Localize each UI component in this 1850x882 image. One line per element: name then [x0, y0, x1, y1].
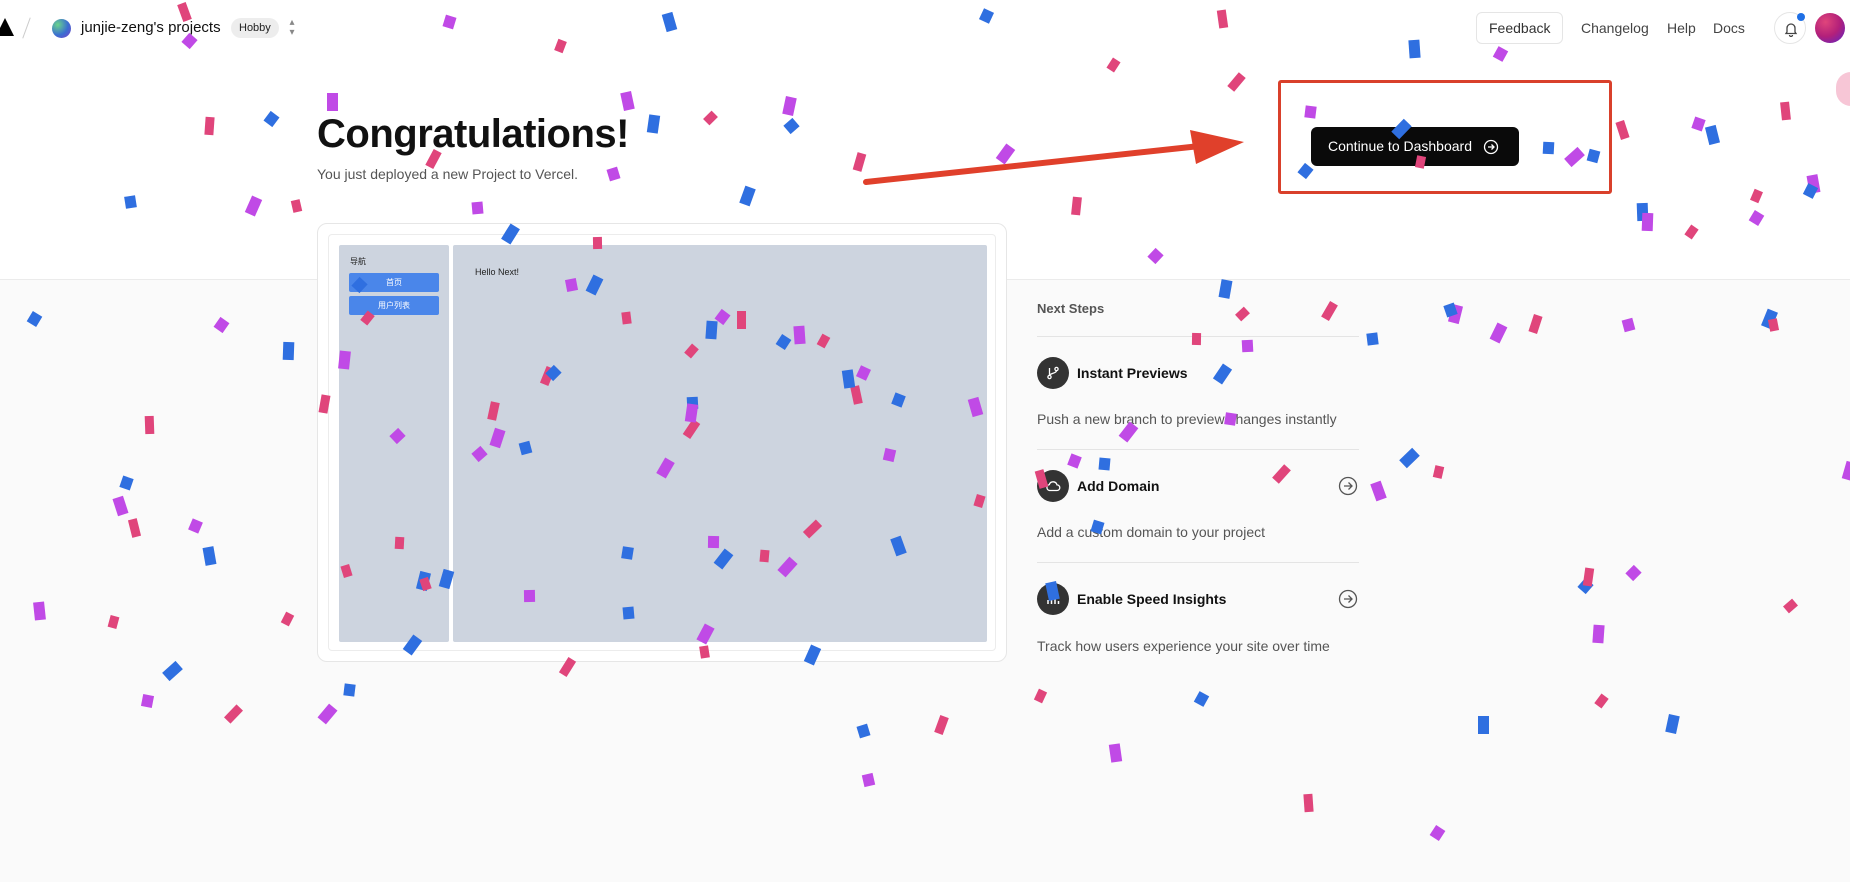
step-desc-add-domain: Add a custom domain to your project	[1037, 524, 1266, 540]
deployment-preview-card[interactable]: 导航 首页 用户列表 Hello Next!	[317, 223, 1007, 662]
cloud-icon	[1046, 481, 1061, 492]
preview-nav-title: 导航	[350, 257, 366, 266]
preview-main: Hello Next!	[453, 245, 987, 642]
top-navbar: junjie-zeng's projects Hobby ▴ ▾ Feedback…	[0, 0, 1850, 56]
team-name[interactable]: junjie-zeng's projects	[81, 19, 221, 36]
step-title-instant-previews[interactable]: Instant Previews	[1077, 365, 1188, 381]
nav-link-changelog[interactable]: Changelog	[1581, 20, 1649, 36]
step-desc-speed-insights: Track how users experience your site ove…	[1037, 638, 1330, 654]
preview-nav-button-home: 首页	[349, 273, 439, 292]
user-avatar[interactable]	[1815, 13, 1845, 43]
nav-link-help[interactable]: Help	[1667, 20, 1696, 36]
preview-sidebar: 导航 首页 用户列表	[339, 245, 449, 642]
preview-main-text: Hello Next!	[475, 267, 520, 277]
git-branch-icon	[1047, 366, 1059, 380]
arrow-right-circle-icon	[1483, 139, 1499, 155]
bell-icon	[1784, 23, 1798, 37]
chevron-up-down-icon[interactable]: ▴ ▾	[286, 18, 298, 38]
bar-chart-icon	[1047, 595, 1060, 604]
step-icon-add-domain	[1037, 470, 1069, 502]
continue-button-label: Continue to Dashboard	[1328, 138, 1472, 154]
notification-dot	[1797, 13, 1805, 21]
preview-nav-button-users: 用户列表	[349, 296, 439, 315]
divider	[1037, 562, 1359, 563]
annotation-arrow	[863, 130, 1244, 185]
feedback-button[interactable]: Feedback	[1476, 12, 1564, 44]
arrow-right-circle-icon[interactable]	[1338, 476, 1358, 496]
step-title-speed-insights[interactable]: Enable Speed Insights	[1077, 591, 1226, 607]
page-subtitle: You just deployed a new Project to Verce…	[317, 166, 578, 182]
step-desc-instant-previews: Push a new branch to preview changes ins…	[1037, 411, 1337, 427]
breadcrumb-separator	[22, 17, 31, 39]
step-title-add-domain[interactable]: Add Domain	[1077, 478, 1159, 494]
divider	[1037, 336, 1359, 337]
continue-to-dashboard-button[interactable]: Continue to Dashboard	[1311, 127, 1519, 166]
step-icon-speed-insights	[1037, 583, 1069, 615]
page-title: Congratulations!	[317, 112, 629, 156]
arrow-right-circle-icon[interactable]	[1338, 589, 1358, 609]
vercel-logo-icon[interactable]	[0, 18, 14, 36]
divider	[1037, 449, 1359, 450]
next-steps-title: Next Steps	[1037, 301, 1105, 316]
team-avatar[interactable]	[52, 19, 71, 38]
step-icon-instant-previews	[1037, 357, 1069, 389]
nav-link-docs[interactable]: Docs	[1713, 20, 1745, 36]
plan-badge: Hobby	[231, 18, 279, 38]
